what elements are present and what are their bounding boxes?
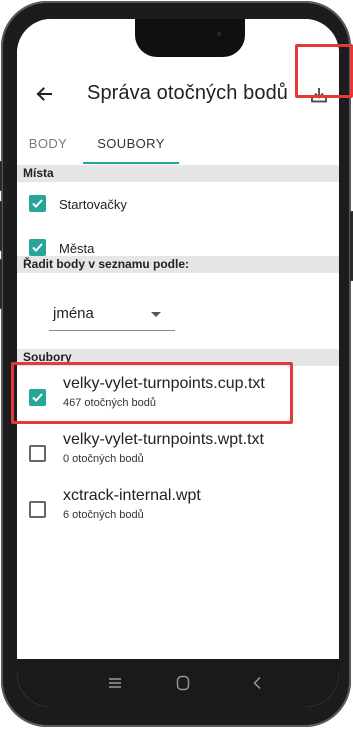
sort-dropdown-value: jména: [53, 305, 94, 322]
home-button[interactable]: [169, 671, 197, 695]
place-item-label: Startovačky: [59, 197, 127, 212]
file-count: 6 otočných bodů: [63, 509, 144, 521]
status-bar: [17, 19, 339, 67]
tab-body[interactable]: BODY: [23, 121, 73, 165]
side-button: [0, 161, 2, 191]
side-button: [0, 201, 2, 251]
checkbox[interactable]: [29, 501, 46, 518]
home-icon: [176, 675, 190, 691]
arrow-left-icon: [36, 87, 52, 101]
camera-icon: [217, 32, 221, 36]
file-name: velky-vylet-turnpoints.wpt.txt: [63, 431, 264, 448]
download-highlight: [295, 44, 353, 98]
checkbox[interactable]: [29, 445, 46, 462]
back-button[interactable]: [29, 79, 59, 109]
tab-indicator: [83, 162, 179, 164]
app-bar: Správa otočných bodů: [17, 67, 339, 121]
checkbox[interactable]: [29, 239, 46, 256]
recents-button[interactable]: [101, 671, 129, 695]
tab-bar: BODY SOUBORY: [17, 121, 339, 165]
file-item[interactable]: xctrack-internal.wpt 6 otočných bodů: [17, 487, 339, 535]
file-count: 0 otočných bodů: [63, 453, 144, 465]
chevron-down-icon: [151, 312, 161, 317]
check-icon: [32, 243, 43, 252]
section-header-places: Místa: [17, 165, 339, 182]
nav-back-button[interactable]: [243, 671, 271, 695]
tab-files[interactable]: SOUBORY: [87, 121, 175, 165]
file-highlight: [11, 362, 293, 424]
check-icon: [32, 199, 43, 208]
system-nav-bar: [17, 659, 339, 707]
recents-icon: [109, 678, 121, 688]
page-title: Správa otočných bodů: [87, 82, 289, 104]
place-item-label: Města: [59, 241, 95, 256]
checkbox[interactable]: [29, 195, 46, 212]
back-icon: [253, 676, 261, 690]
file-name: xctrack-internal.wpt: [63, 487, 201, 504]
sort-dropdown[interactable]: jména: [49, 301, 175, 331]
camera-notch: [135, 19, 245, 57]
place-item-startovacky[interactable]: Startovačky: [17, 187, 339, 221]
file-item[interactable]: velky-vylet-turnpoints.wpt.txt 0 otočnýc…: [17, 431, 339, 479]
section-header-sort: Řadit body v seznamu podle:: [17, 256, 339, 273]
side-button: [0, 259, 2, 309]
